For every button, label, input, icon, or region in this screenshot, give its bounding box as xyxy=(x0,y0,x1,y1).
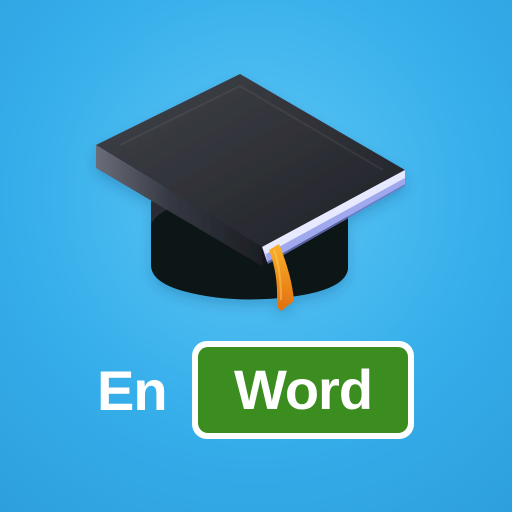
app-logo: En Word xyxy=(0,0,512,512)
brand-word-badge-fill: Word xyxy=(198,347,408,433)
brand-prefix-text: En xyxy=(97,359,168,422)
brand-badge-text: Word xyxy=(233,358,373,421)
brand-word-badge: Word xyxy=(192,341,414,439)
brand-wordmark: En Word xyxy=(97,341,415,439)
